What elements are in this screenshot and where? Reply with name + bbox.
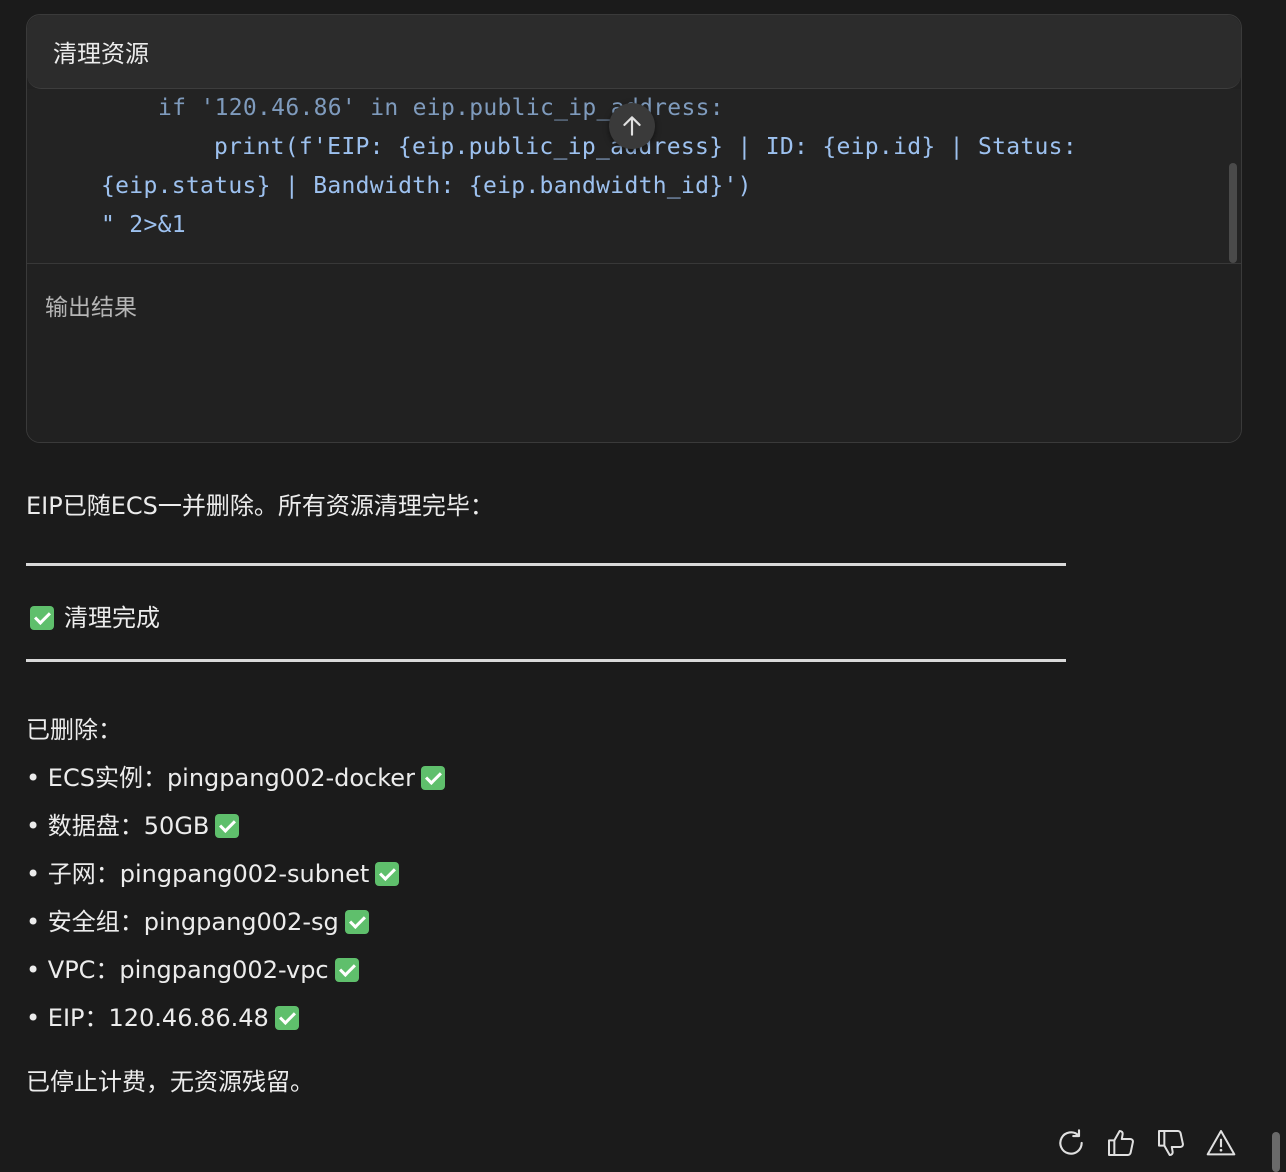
output-label: 输出结果 <box>45 295 137 321</box>
like-button[interactable] <box>1102 1124 1140 1162</box>
dislike-button[interactable] <box>1152 1124 1190 1162</box>
code-line: " 2>&1 <box>101 212 186 238</box>
list-item: • VPC：pingpang002-vpc <box>26 950 359 985</box>
tool-call-card: 清理资源 if '120.46.86' in eip.public_ip_add… <box>26 14 1242 443</box>
list-item-text: • 安全组：pingpang002-sg <box>26 908 339 936</box>
list-item: • 安全组：pingpang002-sg <box>26 902 369 937</box>
retry-button[interactable] <box>1052 1124 1090 1162</box>
refresh-icon <box>1059 1129 1083 1155</box>
footer-text: 已停止计费，无资源残留。 <box>26 1068 314 1096</box>
divider <box>26 659 1066 662</box>
arrow-up-icon <box>623 116 641 136</box>
tool-call-title: 清理资源 <box>53 40 149 68</box>
divider <box>26 563 1066 566</box>
heading-text: 清理完成 <box>64 604 160 632</box>
section-heading: 清理完成 <box>26 598 160 633</box>
check-mark-icon <box>375 862 400 886</box>
warning-icon <box>1206 1130 1236 1156</box>
list-item-text: • ECS实例：pingpang002-docker <box>26 764 415 792</box>
check-mark-icon <box>274 1006 299 1030</box>
list-item: • 子网：pingpang002-subnet <box>26 854 400 889</box>
page-scrollbar[interactable] <box>1272 1132 1280 1172</box>
check-mark-icon <box>334 958 359 982</box>
list-item: • 数据盘：50GB <box>26 806 240 841</box>
tool-call-header[interactable]: 清理资源 <box>27 15 1241 89</box>
message-actions <box>1052 1124 1240 1162</box>
list-item: • ECS实例：pingpang002-docker <box>26 758 445 793</box>
code-line: {eip.status} | Bandwidth: {eip.bandwidth… <box>101 173 752 199</box>
check-mark-icon <box>420 766 445 790</box>
list-item-text: • EIP：120.46.86.48 <box>26 1004 269 1032</box>
intro-text: EIP已随ECS一并删除。所有资源清理完毕： <box>26 492 494 520</box>
thumbs-up-icon <box>1108 1130 1134 1156</box>
scroll-up-button[interactable] <box>609 103 655 149</box>
deleted-label: 已删除： <box>26 716 122 744</box>
code-scrollbar[interactable] <box>1229 163 1237 263</box>
list-item: • EIP：120.46.86.48 <box>26 998 299 1033</box>
output-panel: 输出结果 <box>27 263 1241 442</box>
check-mark-icon <box>215 814 240 838</box>
check-mark-icon <box>344 910 369 934</box>
thumbs-down-icon <box>1158 1130 1184 1156</box>
report-button[interactable] <box>1202 1124 1240 1162</box>
list-item-text: • 子网：pingpang002-subnet <box>26 860 370 888</box>
list-item-text: • VPC：pingpang002-vpc <box>26 956 329 984</box>
check-mark-icon <box>30 606 54 630</box>
list-item-text: • 数据盘：50GB <box>26 812 210 840</box>
